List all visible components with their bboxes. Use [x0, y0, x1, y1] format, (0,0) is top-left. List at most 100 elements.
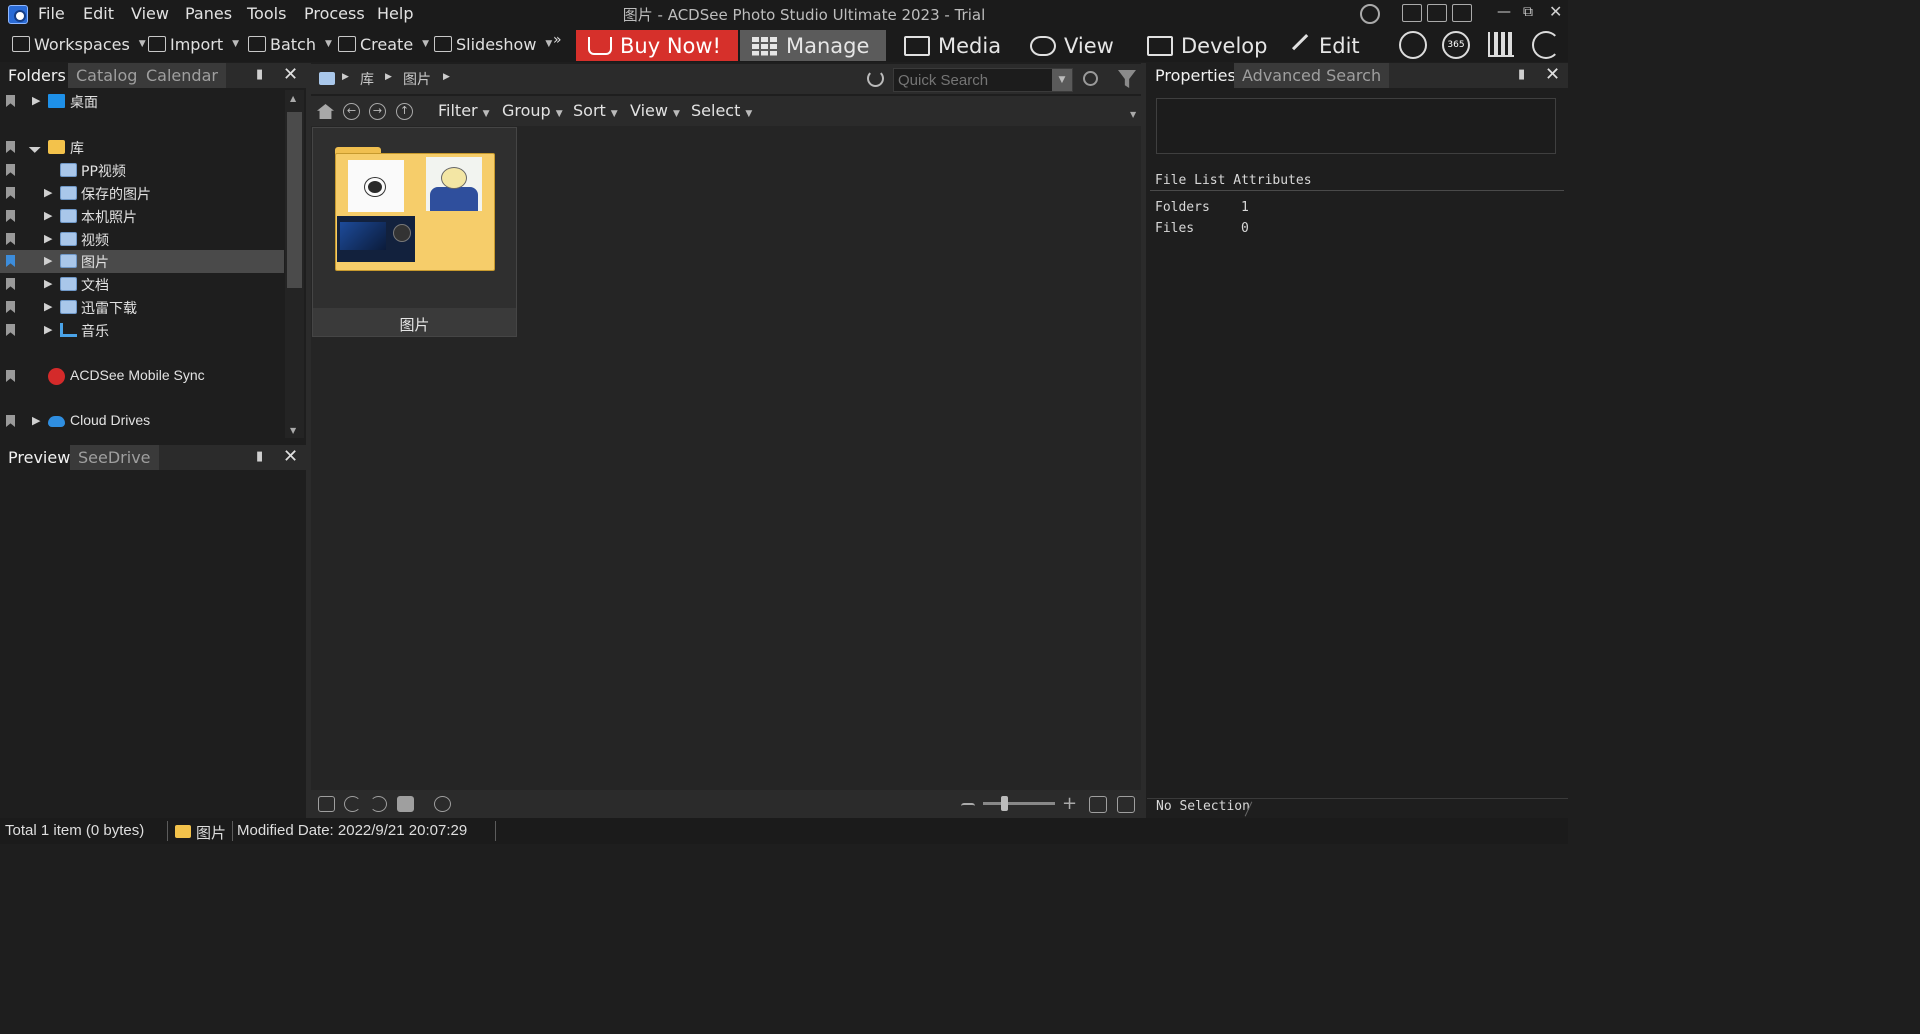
expand-arrow-icon[interactable]: ▶: [44, 277, 52, 290]
collapse-arrow-icon[interactable]: ◢: [28, 139, 43, 154]
expand-arrow-icon[interactable]: ▶: [44, 186, 52, 199]
zoom-in-icon[interactable]: +: [1062, 793, 1077, 814]
tree-scroll-thumb[interactable]: [287, 112, 302, 288]
up-icon[interactable]: ↑: [396, 103, 413, 120]
layout-left-icon[interactable]: [1402, 4, 1422, 22]
filter-dropdown[interactable]: Filter ▼: [438, 101, 490, 120]
pin-icon[interactable]: ▮: [256, 67, 263, 82]
file-thumbnail-folder[interactable]: 图片: [312, 127, 517, 337]
search-icon[interactable]: [1083, 71, 1098, 86]
bookmark-icon[interactable]: [6, 255, 15, 267]
slideshow-button[interactable]: Slideshow ▼: [434, 32, 552, 56]
breadcrumb-separator-icon[interactable]: ▶: [385, 72, 392, 82]
zoom-out-icon[interactable]: [961, 803, 975, 819]
bookmark-icon[interactable]: [6, 278, 15, 290]
breadcrumb-separator-icon[interactable]: ▶: [443, 72, 450, 82]
bookmark-icon[interactable]: [6, 233, 15, 245]
tab-seedrive[interactable]: SeeDrive: [70, 445, 159, 471]
mode-manage-button[interactable]: Manage: [740, 30, 886, 61]
select-dropdown[interactable]: Select ▼: [691, 101, 752, 120]
bookmark-icon[interactable]: [6, 95, 15, 107]
mode-edit-button[interactable]: Edit: [1285, 30, 1360, 61]
365-icon[interactable]: 365: [1442, 31, 1470, 59]
tree-item-desktop[interactable]: ▶ 桌面: [0, 90, 284, 113]
menu-process[interactable]: Process: [304, 4, 365, 23]
bookmark-icon[interactable]: [6, 210, 15, 222]
tab-advanced-search[interactable]: Advanced Search: [1234, 63, 1390, 89]
filter-bar-overflow-icon[interactable]: ▼: [1130, 110, 1136, 119]
people-icon[interactable]: [1399, 31, 1427, 59]
tree-item-saved-pictures[interactable]: ▶ 保存的图片: [0, 182, 284, 205]
stack-icon[interactable]: [397, 796, 414, 812]
close-pane-icon[interactable]: ✕: [283, 64, 298, 85]
tree-item-pictures[interactable]: ▶ 图片: [0, 250, 284, 273]
close-window-icon[interactable]: ✕: [1549, 2, 1562, 21]
search-dropdown-icon[interactable]: ▼: [1052, 69, 1072, 91]
bookmark-icon[interactable]: [6, 370, 15, 382]
tab-catalog[interactable]: Catalog: [68, 63, 146, 89]
refresh-icon[interactable]: [867, 70, 884, 87]
menu-file[interactable]: File: [38, 4, 65, 23]
bookmark-icon[interactable]: [6, 301, 15, 313]
scroll-up-icon[interactable]: ▲: [290, 94, 296, 103]
bookmark-icon[interactable]: [6, 324, 15, 336]
menu-help[interactable]: Help: [377, 4, 413, 23]
forward-icon[interactable]: →: [369, 103, 386, 120]
bookmark-icon[interactable]: [6, 141, 15, 153]
play-icon[interactable]: [434, 796, 451, 812]
menu-edit[interactable]: Edit: [83, 4, 114, 23]
sort-dropdown[interactable]: Sort ▼: [573, 101, 618, 120]
minimize-icon[interactable]: —: [1497, 4, 1511, 20]
expand-arrow-icon[interactable]: ▶: [44, 232, 52, 245]
zoom-slider[interactable]: [983, 802, 1055, 805]
close-pane-icon[interactable]: ✕: [283, 446, 298, 467]
rotate-left-icon[interactable]: [344, 796, 361, 812]
scroll-down-icon[interactable]: ▼: [290, 426, 296, 435]
breadcrumb-item-library[interactable]: 库: [360, 69, 374, 89]
menu-panes[interactable]: Panes: [185, 4, 232, 23]
tab-properties[interactable]: Properties: [1147, 63, 1244, 89]
expand-arrow-icon[interactable]: ▶: [32, 414, 40, 427]
tree-item-documents[interactable]: ▶ 文档: [0, 273, 284, 296]
expand-arrow-icon[interactable]: ▶: [44, 300, 52, 313]
acquire-icon[interactable]: [318, 796, 335, 812]
eye-refresh-icon[interactable]: [1532, 31, 1560, 59]
breadcrumb-item-pictures[interactable]: 图片: [403, 69, 431, 89]
tree-item-local-photos[interactable]: ▶ 本机照片: [0, 205, 284, 228]
bookmark-icon[interactable]: [6, 187, 15, 199]
tree-item-mobile-sync[interactable]: ACDSee Mobile Sync: [0, 365, 284, 388]
tree-item-music[interactable]: ▶ 音乐: [0, 319, 284, 342]
thumbnail-view-icon[interactable]: [1089, 796, 1107, 813]
acdsee-logo-icon[interactable]: [8, 5, 28, 24]
mode-view-button[interactable]: View: [1018, 30, 1114, 61]
create-button[interactable]: Create ▼: [338, 32, 429, 56]
right-splitter[interactable]: [1141, 63, 1146, 818]
expand-arrow-icon[interactable]: ▶: [44, 209, 52, 222]
tab-preview[interactable]: Preview: [0, 445, 79, 471]
tree-item-library[interactable]: ◢ 库: [0, 136, 284, 159]
layout-bottom-icon[interactable]: [1427, 4, 1447, 22]
pin-icon[interactable]: ▮: [1518, 67, 1525, 82]
group-dropdown[interactable]: Group ▼: [502, 101, 563, 120]
tab-folders[interactable]: Folders: [0, 63, 74, 89]
breadcrumb-separator-icon[interactable]: ▶: [342, 72, 349, 82]
account-icon[interactable]: [1360, 4, 1380, 24]
quick-search-input[interactable]: [893, 68, 1073, 92]
menu-tools[interactable]: Tools: [247, 4, 286, 23]
mode-media-button[interactable]: Media: [892, 30, 1001, 61]
tree-item-xunlei-downloads[interactable]: ▶ 迅雷下载: [0, 296, 284, 319]
bookmark-icon[interactable]: [6, 415, 15, 427]
back-icon[interactable]: ←: [343, 103, 360, 120]
tab-calendar[interactable]: Calendar: [138, 63, 226, 89]
details-view-icon[interactable]: [1117, 796, 1135, 813]
zoom-slider-thumb[interactable]: [1001, 796, 1008, 811]
tree-item-pp-video[interactable]: PP视频: [0, 159, 284, 182]
rotate-right-icon[interactable]: [370, 796, 387, 812]
tree-item-videos[interactable]: ▶ 视频: [0, 228, 284, 251]
expand-arrow-icon[interactable]: ▶: [32, 94, 40, 107]
layout-right-icon[interactable]: [1452, 4, 1472, 22]
view-dropdown[interactable]: View ▼: [630, 101, 680, 120]
expand-arrow-icon[interactable]: ▶: [44, 323, 52, 336]
toolbar-overflow-button[interactable]: »: [553, 28, 562, 52]
bookmark-icon[interactable]: [6, 164, 15, 176]
